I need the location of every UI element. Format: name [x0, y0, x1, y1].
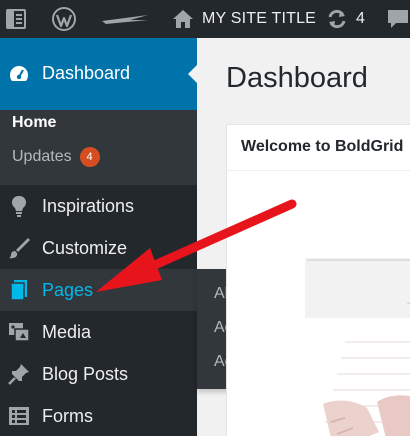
menu-label-inspirations: Inspirations: [42, 196, 135, 216]
forms-icon: [8, 405, 30, 427]
dashboard-submenu: Home Updates 4: [0, 110, 197, 185]
dashboard-icon: [8, 63, 30, 85]
menu-item-forms[interactable]: Forms: [0, 395, 197, 436]
current-menu-pointer: [188, 65, 197, 83]
welcome-panel-header: Welcome to BoldGrid: [227, 125, 410, 171]
pages-icon: [8, 279, 30, 301]
updates-link[interactable]: 4: [326, 0, 365, 38]
submenu-item-updates[interactable]: Updates 4: [12, 147, 100, 167]
admin-menu: Dashboard Home Updates 4 Inspirations Cu…: [0, 38, 197, 436]
site-title-link[interactable]: MY SITE TITLE: [172, 0, 316, 38]
submenu-item-home[interactable]: Home: [12, 114, 56, 132]
paintbrush-icon: [8, 237, 30, 259]
wordpress-logo-icon: [52, 7, 76, 31]
wordpress-logo-button[interactable]: [52, 0, 80, 38]
site-title: MY SITE TITLE: [202, 10, 317, 27]
menu-item-inspirations[interactable]: Inspirations: [0, 185, 197, 227]
flyout-pointer: [188, 281, 197, 299]
menu-label-pages: Pages: [42, 280, 94, 300]
welcome-panel-image: [227, 172, 410, 436]
menu-item-customize[interactable]: Customize: [0, 227, 197, 269]
updates-badge: 4: [79, 147, 100, 167]
welcome-panel-title: Welcome to BoldGrid: [241, 138, 404, 155]
menu-label-forms: Forms: [42, 406, 93, 426]
collapse-menu-icon: [6, 9, 26, 29]
menu-list: Inspirations Customize Pages Media Blog …: [0, 185, 197, 436]
menu-item-media[interactable]: Media: [0, 311, 197, 353]
menu-item-pages[interactable]: Pages: [0, 269, 197, 311]
welcome-panel: Welcome to BoldGrid: [226, 124, 410, 436]
menu-label-media: Media: [42, 322, 92, 342]
updates-count: 4: [356, 10, 365, 27]
admin-bar: MY SITE TITLE 4: [0, 0, 410, 38]
menu-label-customize: Customize: [42, 238, 128, 258]
menu-label-blog-posts: Blog Posts: [42, 364, 129, 384]
home-icon: [172, 9, 194, 29]
lightbulb-icon: [8, 195, 30, 217]
menu-label-dashboard: Dashboard: [42, 63, 131, 83]
pin-icon: [8, 363, 30, 385]
submenu-label-updates: Updates: [12, 148, 72, 165]
boldgrid-brand-icon: [100, 12, 150, 26]
comments-link[interactable]: [386, 0, 410, 38]
collapse-menu-button[interactable]: [6, 0, 30, 38]
page-title: Dashboard: [226, 62, 368, 94]
refresh-icon: [326, 8, 348, 30]
menu-item-dashboard[interactable]: Dashboard: [0, 38, 197, 110]
boldgrid-brand-button[interactable]: [100, 0, 152, 38]
media-icon: [8, 321, 30, 343]
comment-icon: [386, 8, 410, 30]
menu-item-blog-posts[interactable]: Blog Posts: [0, 353, 197, 395]
